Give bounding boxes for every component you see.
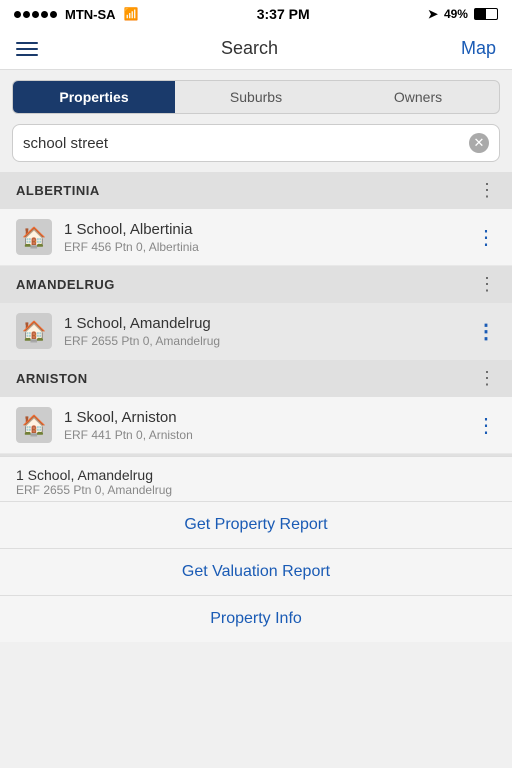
list-item-name-arniston: 1 Skool, Arniston [64, 409, 466, 426]
list-item-menu-amandelrug[interactable]: ⋮ [466, 319, 496, 344]
signal-dots [14, 11, 57, 18]
list-item-name-amandelrug: 1 School, Amandelrug [64, 315, 466, 332]
tab-suburbs[interactable]: Suburbs [175, 81, 337, 113]
search-clear-button[interactable]: ✕ [469, 133, 489, 153]
battery-percent: 49% [444, 7, 468, 21]
search-bar: ✕ [12, 124, 500, 162]
list-item-text-amandelrug: 1 School, Amandelrug ERF 2655 Ptn 0, Ama… [64, 315, 466, 348]
tabs-bar: Properties Suburbs Owners [12, 80, 500, 114]
house-icon-container-arniston: 🏠 [16, 407, 52, 443]
gps-icon: ➤ [428, 7, 438, 21]
section-header-albertinia: ALBERTINIA ⋮ [0, 172, 512, 209]
property-info-button[interactable]: Property Info [0, 596, 512, 642]
carrier-label: MTN-SA [65, 7, 116, 22]
nav-title: Search [221, 38, 278, 59]
context-popup-header: 1 School, Amandelrug ERF 2655 Ptn 0, Ama… [0, 457, 512, 502]
main-list: ALBERTINIA ⋮ 🏠 1 School, Albertinia ERF … [0, 172, 512, 642]
section-menu-albertinia[interactable]: ⋮ [478, 180, 496, 201]
list-item-menu[interactable]: ⋮ [466, 225, 496, 250]
list-item-sub-amandelrug: ERF 2655 Ptn 0, Amandelrug [64, 334, 466, 348]
house-icon-container-amandelrug: 🏠 [16, 313, 52, 349]
context-popup: 1 School, Amandelrug ERF 2655 Ptn 0, Ama… [0, 456, 512, 642]
house-icon-arniston: 🏠 [22, 413, 47, 438]
house-icon-container: 🏠 [16, 219, 52, 255]
nav-bar: Search Map [0, 28, 512, 70]
context-item-sub: ERF 2655 Ptn 0, Amandelrug [16, 483, 496, 497]
status-time: 3:37 PM [257, 6, 310, 22]
get-property-report-button[interactable]: Get Property Report [0, 502, 512, 549]
list-item-sub: ERF 456 Ptn 0, Albertinia [64, 240, 466, 254]
list-item-sub-arniston: ERF 441 Ptn 0, Arniston [64, 428, 466, 442]
map-button[interactable]: Map [461, 38, 496, 59]
tab-properties[interactable]: Properties [13, 81, 175, 113]
house-icon: 🏠 [22, 225, 47, 250]
status-left: MTN-SA 📶 [14, 7, 139, 22]
tab-owners[interactable]: Owners [337, 81, 499, 113]
list-item-amandelrug[interactable]: 🏠 1 School, Amandelrug ERF 2655 Ptn 0, A… [0, 303, 512, 360]
get-valuation-report-button[interactable]: Get Valuation Report [0, 549, 512, 596]
battery-icon [474, 8, 498, 20]
section-title-arniston: ARNISTON [16, 371, 88, 386]
search-input[interactable] [23, 135, 469, 152]
section-menu-amandelrug[interactable]: ⋮ [478, 274, 496, 295]
list-item[interactable]: 🏠 1 School, Albertinia ERF 456 Ptn 0, Al… [0, 209, 512, 266]
section-menu-arniston[interactable]: ⋮ [478, 368, 496, 389]
context-item-name: 1 School, Amandelrug [16, 467, 496, 483]
list-item-arniston[interactable]: 🏠 1 Skool, Arniston ERF 441 Ptn 0, Arnis… [0, 397, 512, 454]
list-item-name: 1 School, Albertinia [64, 221, 466, 238]
list-item-text-arniston: 1 Skool, Arniston ERF 441 Ptn 0, Arnisto… [64, 409, 466, 442]
wifi-icon: 📶 [124, 7, 139, 21]
section-title-amandelrug: AMANDELRUG [16, 277, 115, 292]
list-item-text: 1 School, Albertinia ERF 456 Ptn 0, Albe… [64, 221, 466, 254]
status-right: ➤ 49% [428, 7, 498, 21]
section-title-albertinia: ALBERTINIA [16, 183, 100, 198]
menu-button[interactable] [16, 42, 38, 56]
list-item-menu-arniston[interactable]: ⋮ [466, 413, 496, 438]
status-bar: MTN-SA 📶 3:37 PM ➤ 49% [0, 0, 512, 28]
house-icon-amandelrug: 🏠 [22, 319, 47, 344]
section-header-amandelrug: AMANDELRUG ⋮ [0, 266, 512, 303]
section-header-arniston: ARNISTON ⋮ [0, 360, 512, 397]
